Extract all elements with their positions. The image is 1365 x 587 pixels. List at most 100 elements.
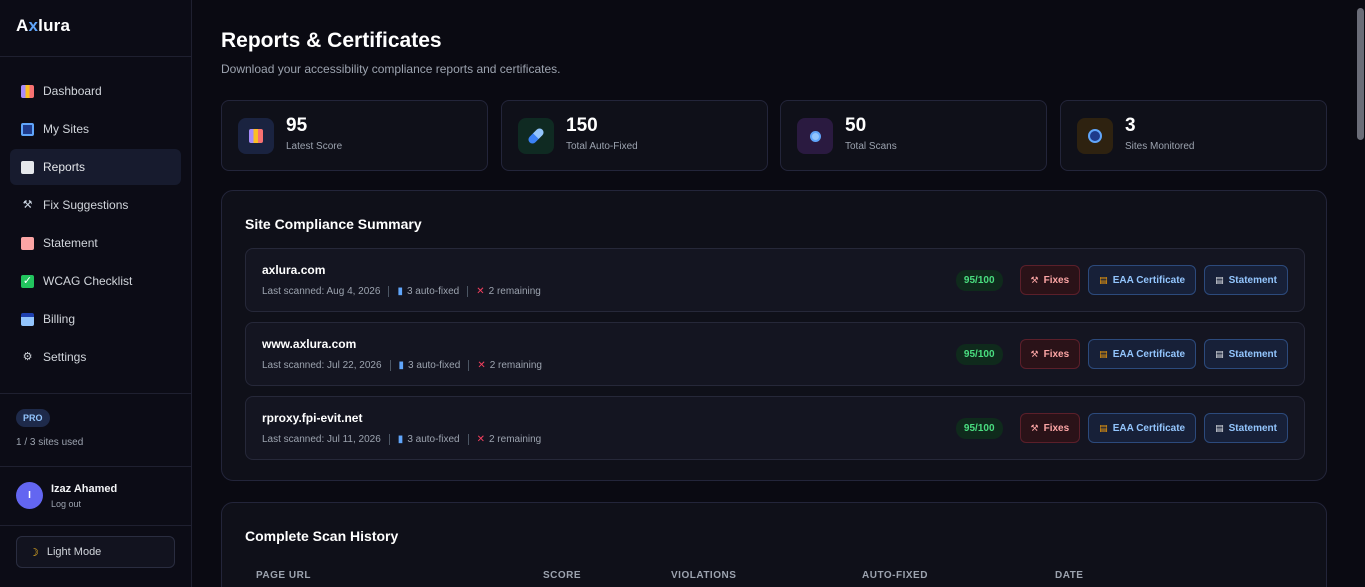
sidebar-item-dashboard[interactable]: Dashboard — [10, 73, 181, 109]
scan-history: Complete Scan History PAGE URL SCORE VIO… — [221, 502, 1327, 587]
site-row: axlura.com Last scanned: Aug 4, 2026 ▮ 3… — [245, 248, 1305, 312]
sidebar-item-label: Dashboard — [43, 84, 102, 98]
sidebar-item-settings[interactable]: ⚙ Settings — [10, 339, 181, 375]
last-scanned: Last scanned: Jul 11, 2026 — [262, 434, 381, 445]
clipboard-icon: ▤ — [1215, 274, 1224, 285]
page-subtitle: Download your accessibility compliance r… — [221, 62, 561, 76]
stat-card-latest-score: 95 Latest Score — [221, 100, 488, 171]
remaining-count: 2 remaining — [489, 360, 542, 371]
sidebar-item-label: Settings — [43, 350, 87, 364]
stat-value: 95 — [286, 115, 308, 136]
sidebar-divider — [0, 393, 191, 394]
moon-icon: ☽ — [29, 546, 39, 559]
site-compliance-summary: Site Compliance Summary axlura.com Last … — [221, 190, 1327, 481]
site-meta: Last scanned: Jul 11, 2026 ▮ 3 auto-fixe… — [262, 434, 541, 445]
pill-icon: ▮ — [398, 360, 405, 371]
last-scanned: Last scanned: Aug 4, 2026 — [262, 286, 381, 297]
stat-label: Sites Monitored — [1125, 141, 1195, 152]
auto-fixed-count: 3 auto-fixed — [406, 286, 460, 297]
sites-used-text: 1 / 3 sites used — [16, 437, 84, 448]
certificate-label: EAA Certificate — [1112, 348, 1186, 360]
fixes-label: Fixes — [1043, 274, 1070, 286]
statement-button[interactable]: ▤ Statement — [1204, 265, 1288, 295]
fixes-button[interactable]: ⚒ Fixes — [1019, 339, 1081, 369]
brand-logo[interactable]: Axlura — [0, 0, 191, 57]
sidebar-item-reports[interactable]: Reports — [10, 149, 181, 185]
logout-link[interactable]: Log out — [51, 499, 117, 509]
site-actions: 95/100 ⚒ Fixes ▤ EAA Certificate ▤ Statemen… — [955, 413, 1288, 443]
wrench-icon: ⚒ — [1030, 348, 1039, 359]
sidebar-item-wcag-checklist[interactable]: ✓ WCAG Checklist — [10, 263, 181, 299]
sidebar-item-label: Fix Suggestions — [43, 198, 129, 212]
statement-button[interactable]: ▤ Statement — [1204, 413, 1288, 443]
light-mode-button[interactable]: ☽ Light Mode — [16, 536, 175, 568]
statement-label: Statement — [1228, 422, 1277, 434]
fixes-label: Fixes — [1043, 422, 1070, 434]
wrench-icon: ⚒ — [1030, 422, 1039, 433]
eaa-certificate-button[interactable]: ▤ EAA Certificate — [1088, 413, 1197, 443]
column-header-violations[interactable]: VIOLATIONS — [671, 570, 736, 581]
sidebar-item-billing[interactable]: Billing — [10, 301, 181, 337]
bar-chart-icon — [21, 84, 34, 98]
cross-icon: ✕ — [476, 434, 485, 445]
clipboard-icon: ▤ — [1215, 348, 1224, 359]
pill-icon: ▮ — [397, 286, 403, 297]
document-icon — [21, 160, 34, 174]
fixes-button[interactable]: ⚒ Fixes — [1019, 265, 1081, 295]
cross-icon: ✕ — [477, 360, 486, 371]
sidebar-item-label: Billing — [43, 312, 76, 326]
site-row: www.axlura.com Last scanned: Jul 22, 202… — [245, 322, 1305, 386]
score-badge: 95/100 — [955, 343, 1003, 365]
magnifier-icon — [797, 118, 833, 154]
stat-value: 50 — [845, 115, 867, 136]
user-info: Izaz Ahamed Log out — [51, 483, 117, 509]
stat-value: 3 — [1125, 115, 1136, 136]
stat-label: Latest Score — [286, 141, 343, 152]
globe-icon — [21, 122, 34, 136]
eaa-certificate-button[interactable]: ▤ EAA Certificate — [1088, 265, 1197, 295]
site-name: rproxy.fpi-evit.net — [262, 411, 363, 425]
score-badge: 95/100 — [955, 417, 1003, 439]
light-mode-label: Light Mode — [46, 546, 102, 558]
column-header-date[interactable]: DATE — [1055, 570, 1083, 581]
sidebar-item-fix-suggestions[interactable]: ⚒ Fix Suggestions — [10, 187, 181, 223]
scroll-icon: ▤ — [1099, 348, 1108, 359]
sidebar-nav: Dashboard My Sites Reports ⚒ Fix Suggest… — [0, 57, 191, 375]
scrollbar-thumb[interactable] — [1357, 8, 1364, 140]
clipboard-icon: ▤ — [1215, 422, 1224, 433]
fixes-button[interactable]: ⚒ Fixes — [1019, 413, 1081, 443]
cross-icon: ✕ — [476, 286, 485, 297]
certificate-label: EAA Certificate — [1112, 274, 1186, 286]
avatar[interactable]: I — [16, 482, 43, 509]
site-actions: 95/100 ⚒ Fixes ▤ EAA Certificate ▤ Statemen… — [955, 339, 1288, 369]
wrench-icon: ⚒ — [1030, 274, 1039, 285]
brand-prefix: A — [16, 16, 29, 35]
remaining-count: 2 remaining — [488, 434, 542, 445]
site-meta: Last scanned: Jul 22, 2026 ▮ 3 auto-fixe… — [262, 360, 542, 371]
scroll-icon: ▤ — [1099, 274, 1108, 285]
page-scrollbar[interactable] — [1356, 0, 1365, 587]
sidebar-item-label: Statement — [43, 236, 98, 250]
column-header-score[interactable]: SCORE — [543, 570, 581, 581]
sidebar-item-label: Reports — [43, 160, 86, 174]
stat-card-total-auto-fixed: 150 Total Auto-Fixed — [501, 100, 768, 171]
sidebar-divider — [0, 466, 191, 467]
eaa-certificate-button[interactable]: ▤ EAA Certificate — [1088, 339, 1197, 369]
credit-card-icon — [21, 312, 34, 326]
column-header-page-url[interactable]: PAGE URL — [256, 570, 311, 581]
sidebar-item-statement[interactable]: Statement — [10, 225, 181, 261]
auto-fixed-count: 3 auto-fixed — [408, 360, 461, 371]
sidebar-item-label: My Sites — [43, 122, 90, 136]
bar-chart-icon — [238, 118, 274, 154]
statement-button[interactable]: ▤ Statement — [1204, 339, 1288, 369]
column-header-auto-fixed[interactable]: AUTO-FIXED — [862, 570, 928, 581]
stat-label: Total Auto-Fixed — [566, 141, 638, 152]
sidebar-item-label: WCAG Checklist — [43, 274, 133, 288]
checkbox-icon: ✓ — [21, 274, 34, 288]
fixes-label: Fixes — [1043, 348, 1070, 360]
site-name: axlura.com — [262, 263, 326, 277]
brand-suffix: lura — [38, 16, 71, 35]
user-profile: I Izaz Ahamed Log out — [16, 482, 117, 509]
stat-card-sites-monitored: 3 Sites Monitored — [1060, 100, 1327, 171]
sidebar-item-my-sites[interactable]: My Sites — [10, 111, 181, 147]
